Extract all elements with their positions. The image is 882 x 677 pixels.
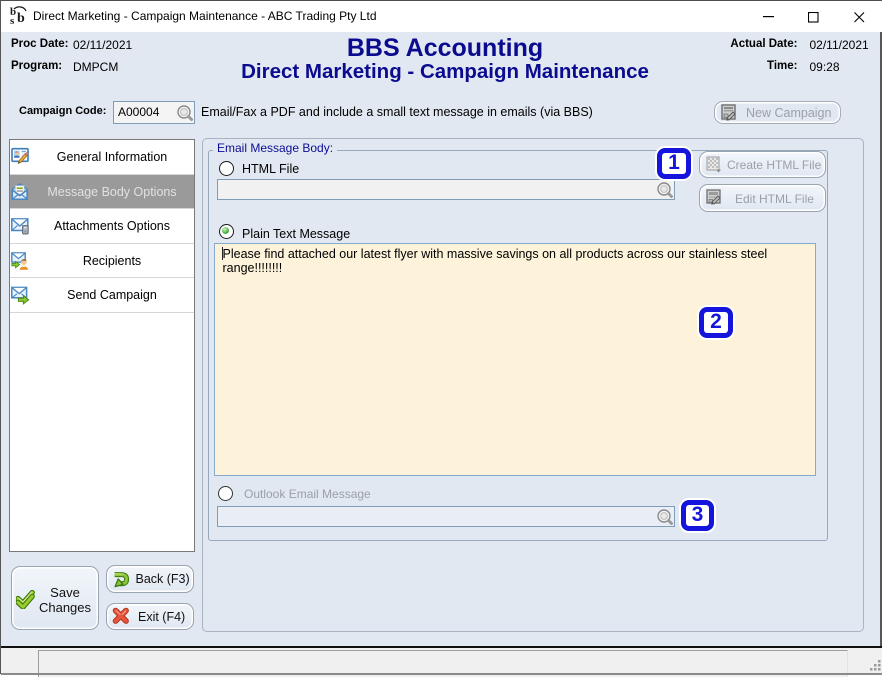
svg-text:s: s: [10, 15, 15, 25]
svg-text:b: b: [17, 11, 25, 25]
